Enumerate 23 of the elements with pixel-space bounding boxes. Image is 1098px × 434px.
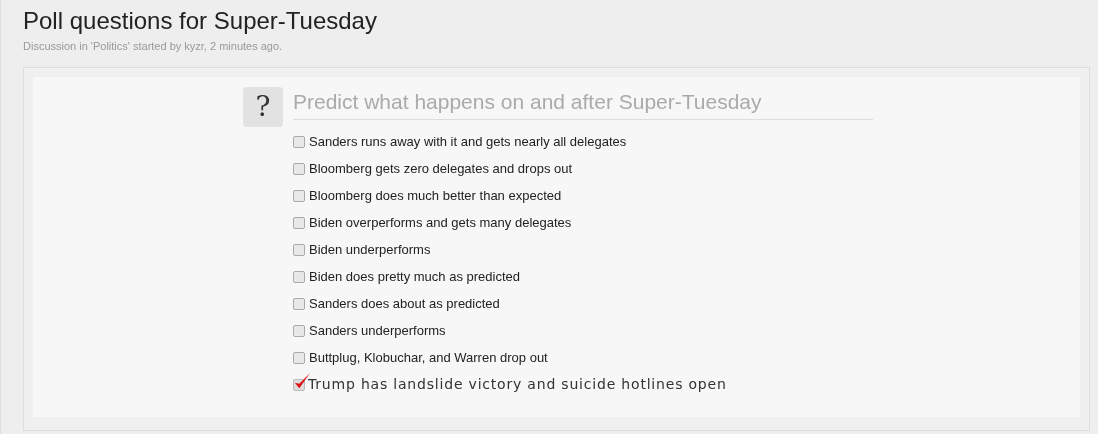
option-label: Sanders does about as predicted (309, 294, 500, 313)
option-label: Buttplug, Klobuchar, and Warren drop out (309, 348, 548, 367)
option-label: Bloomberg does much better than expected (309, 186, 562, 205)
option-checkbox[interactable] (293, 297, 305, 310)
question-icon: ? (243, 87, 283, 127)
option-checkbox[interactable] (293, 189, 305, 202)
option-label: Biden overperforms and gets many delegates (309, 213, 572, 232)
option-label: Bloomberg gets zero delegates and drops out (309, 159, 573, 178)
option-label: Sanders runs away with it and gets nearly all delegates (309, 132, 627, 151)
option-label: Biden does pretty much as predicted (309, 267, 520, 286)
option-checkbox[interactable] (293, 135, 305, 148)
option-label: Trump has landslide victory and suicide hotlines open (308, 375, 727, 394)
option-label: Biden underperforms (309, 240, 431, 259)
option-checkbox[interactable] (293, 216, 305, 229)
option-checkbox[interactable] (293, 243, 305, 256)
poll-question: Predict what happens on and after Super-Tuesday (293, 88, 873, 120)
option-label: Sanders underperforms (309, 321, 446, 340)
thread-title: Poll questions for Super-Tuesday (23, 6, 378, 36)
thread-meta: Discussion in 'Politics' started by kyzr, 2 minutes ago. (23, 39, 284, 53)
option-checkbox[interactable] (293, 324, 305, 337)
option-checkbox[interactable] (293, 270, 305, 283)
option-checkbox[interactable] (293, 351, 305, 364)
option-checkbox[interactable] (293, 162, 305, 175)
